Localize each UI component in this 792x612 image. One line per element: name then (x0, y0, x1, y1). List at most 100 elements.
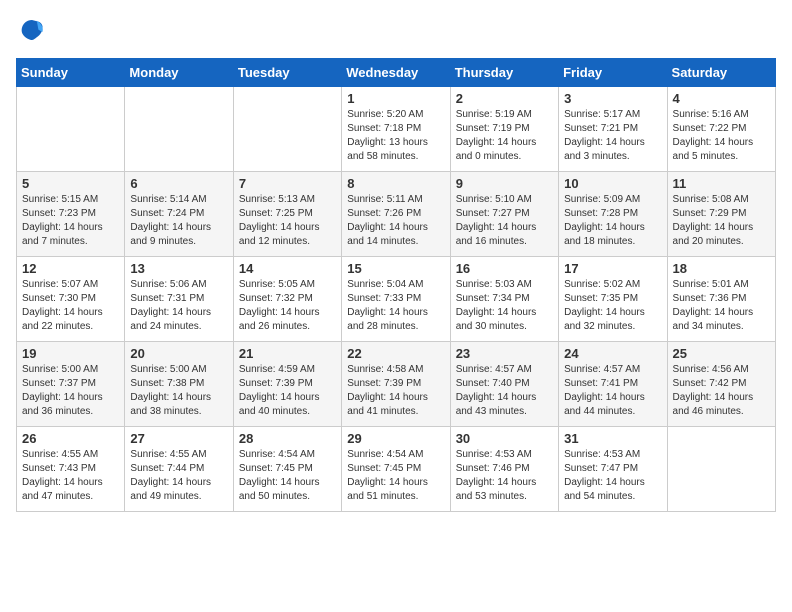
day-info: Sunrise: 5:13 AM Sunset: 7:25 PM Dayligh… (239, 193, 336, 249)
day-of-week-header: Sunday (17, 59, 125, 87)
calendar-day-cell: 14Sunrise: 5:05 AM Sunset: 7:32 PM Dayli… (233, 257, 341, 342)
calendar-week-row: 19 Sunrise: 5:00 AM Sunset: 7:37 PM Dayli… (17, 342, 776, 427)
calendar-day-cell: 30 Sunrise: 4:53 AM Sunset: 7:46 PM Dayli… (450, 427, 558, 512)
calendar-day-cell (233, 87, 341, 172)
day-number: 13 (130, 261, 227, 276)
day-info: Sunrise: 5:01 AM Sunset: 7:36 PM Dayligh… (673, 278, 770, 334)
calendar-day-cell: 22 Sunrise: 4:58 AM Sunset: 7:39 PM Dayli… (342, 342, 450, 427)
day-number: 10 (564, 176, 661, 191)
day-number: 23 (456, 346, 553, 361)
calendar-week-row: 12 Sunrise: 5:07 AM Sunset: 7:30 PM Dayli… (17, 257, 776, 342)
calendar-day-cell: 11 Sunrise: 5:08 AM Sunset: 7:29 PM Dayli… (667, 172, 775, 257)
calendar-day-cell: 3Sunrise: 5:17 AM Sunset: 7:21 PM Daylig… (559, 87, 667, 172)
day-info: Sunrise: 4:59 AM Sunset: 7:39 PM Dayligh… (239, 363, 336, 419)
calendar-day-cell: 16 Sunrise: 5:03 AM Sunset: 7:34 PM Dayli… (450, 257, 558, 342)
calendar-day-cell: 20 Sunrise: 5:00 AM Sunset: 7:38 PM Dayli… (125, 342, 233, 427)
calendar-day-cell: 8 Sunrise: 5:11 AM Sunset: 7:26 PM Daylig… (342, 172, 450, 257)
calendar-day-cell: 26 Sunrise: 4:55 AM Sunset: 7:43 PM Dayli… (17, 427, 125, 512)
calendar-day-cell: 19 Sunrise: 5:00 AM Sunset: 7:37 PM Dayli… (17, 342, 125, 427)
logo-icon (16, 16, 48, 48)
day-info: Sunrise: 5:19 AM Sunset: 7:19 PM Dayligh… (456, 108, 553, 164)
day-of-week-header: Tuesday (233, 59, 341, 87)
calendar-day-cell: 21 Sunrise: 4:59 AM Sunset: 7:39 PM Dayli… (233, 342, 341, 427)
day-info: Sunrise: 5:17 AM Sunset: 7:21 PM Dayligh… (564, 108, 661, 164)
day-info: Sunrise: 4:56 AM Sunset: 7:42 PM Dayligh… (673, 363, 770, 419)
calendar-week-row: 26 Sunrise: 4:55 AM Sunset: 7:43 PM Dayli… (17, 427, 776, 512)
day-number: 30 (456, 431, 553, 446)
day-number: 14 (239, 261, 336, 276)
day-number: 1 (347, 91, 444, 106)
calendar-day-cell: 24Sunrise: 4:57 AM Sunset: 7:41 PM Dayli… (559, 342, 667, 427)
day-info: Sunrise: 4:53 AM Sunset: 7:47 PM Dayligh… (564, 448, 661, 504)
calendar-day-cell: 6Sunrise: 5:14 AM Sunset: 7:24 PM Daylig… (125, 172, 233, 257)
calendar-day-cell: 29Sunrise: 4:54 AM Sunset: 7:45 PM Dayli… (342, 427, 450, 512)
day-of-week-header: Wednesday (342, 59, 450, 87)
calendar-table: SundayMondayTuesdayWednesdayThursdayFrid… (16, 58, 776, 512)
day-number: 19 (22, 346, 119, 361)
calendar-day-cell: 18Sunrise: 5:01 AM Sunset: 7:36 PM Dayli… (667, 257, 775, 342)
day-info: Sunrise: 5:04 AM Sunset: 7:33 PM Dayligh… (347, 278, 444, 334)
calendar-day-cell: 1 Sunrise: 5:20 AM Sunset: 7:18 PM Daylig… (342, 87, 450, 172)
day-info: Sunrise: 4:54 AM Sunset: 7:45 PM Dayligh… (239, 448, 336, 504)
day-info: Sunrise: 4:57 AM Sunset: 7:40 PM Dayligh… (456, 363, 553, 419)
calendar-day-cell: 12 Sunrise: 5:07 AM Sunset: 7:30 PM Dayli… (17, 257, 125, 342)
calendar-day-cell: 5Sunrise: 5:15 AM Sunset: 7:23 PM Daylig… (17, 172, 125, 257)
calendar-week-row: 1 Sunrise: 5:20 AM Sunset: 7:18 PM Daylig… (17, 87, 776, 172)
day-number: 6 (130, 176, 227, 191)
day-number: 7 (239, 176, 336, 191)
day-number: 4 (673, 91, 770, 106)
calendar-day-cell: 28Sunrise: 4:54 AM Sunset: 7:45 PM Dayli… (233, 427, 341, 512)
day-number: 16 (456, 261, 553, 276)
calendar-day-cell: 23 Sunrise: 4:57 AM Sunset: 7:40 PM Dayli… (450, 342, 558, 427)
day-of-week-header: Thursday (450, 59, 558, 87)
calendar-header-row: SundayMondayTuesdayWednesdayThursdayFrid… (17, 59, 776, 87)
day-info: Sunrise: 4:55 AM Sunset: 7:43 PM Dayligh… (22, 448, 119, 504)
day-info: Sunrise: 4:55 AM Sunset: 7:44 PM Dayligh… (130, 448, 227, 504)
day-info: Sunrise: 5:20 AM Sunset: 7:18 PM Dayligh… (347, 108, 444, 164)
calendar-day-cell: 10 Sunrise: 5:09 AM Sunset: 7:28 PM Dayli… (559, 172, 667, 257)
day-number: 25 (673, 346, 770, 361)
day-info: Sunrise: 5:03 AM Sunset: 7:34 PM Dayligh… (456, 278, 553, 334)
day-number: 8 (347, 176, 444, 191)
calendar-day-cell: 7 Sunrise: 5:13 AM Sunset: 7:25 PM Daylig… (233, 172, 341, 257)
calendar-day-cell: 15Sunrise: 5:04 AM Sunset: 7:33 PM Dayli… (342, 257, 450, 342)
day-info: Sunrise: 5:10 AM Sunset: 7:27 PM Dayligh… (456, 193, 553, 249)
calendar-day-cell: 13 Sunrise: 5:06 AM Sunset: 7:31 PM Dayli… (125, 257, 233, 342)
day-number: 9 (456, 176, 553, 191)
calendar-day-cell: 27Sunrise: 4:55 AM Sunset: 7:44 PM Dayli… (125, 427, 233, 512)
day-of-week-header: Friday (559, 59, 667, 87)
calendar-day-cell: 2 Sunrise: 5:19 AM Sunset: 7:19 PM Daylig… (450, 87, 558, 172)
day-number: 17 (564, 261, 661, 276)
calendar-day-cell: 4 Sunrise: 5:16 AM Sunset: 7:22 PM Daylig… (667, 87, 775, 172)
day-info: Sunrise: 5:06 AM Sunset: 7:31 PM Dayligh… (130, 278, 227, 334)
calendar-day-cell (125, 87, 233, 172)
calendar-week-row: 5Sunrise: 5:15 AM Sunset: 7:23 PM Daylig… (17, 172, 776, 257)
day-info: Sunrise: 5:07 AM Sunset: 7:30 PM Dayligh… (22, 278, 119, 334)
day-number: 2 (456, 91, 553, 106)
calendar-day-cell (667, 427, 775, 512)
calendar-day-cell: 9 Sunrise: 5:10 AM Sunset: 7:27 PM Daylig… (450, 172, 558, 257)
day-of-week-header: Monday (125, 59, 233, 87)
day-info: Sunrise: 5:00 AM Sunset: 7:38 PM Dayligh… (130, 363, 227, 419)
day-number: 22 (347, 346, 444, 361)
day-of-week-header: Saturday (667, 59, 775, 87)
day-info: Sunrise: 5:00 AM Sunset: 7:37 PM Dayligh… (22, 363, 119, 419)
day-info: Sunrise: 5:08 AM Sunset: 7:29 PM Dayligh… (673, 193, 770, 249)
day-info: Sunrise: 5:02 AM Sunset: 7:35 PM Dayligh… (564, 278, 661, 334)
day-number: 31 (564, 431, 661, 446)
day-info: Sunrise: 4:58 AM Sunset: 7:39 PM Dayligh… (347, 363, 444, 419)
day-info: Sunrise: 4:57 AM Sunset: 7:41 PM Dayligh… (564, 363, 661, 419)
day-number: 12 (22, 261, 119, 276)
page-header (16, 16, 776, 48)
day-info: Sunrise: 5:16 AM Sunset: 7:22 PM Dayligh… (673, 108, 770, 164)
day-info: Sunrise: 5:11 AM Sunset: 7:26 PM Dayligh… (347, 193, 444, 249)
day-number: 11 (673, 176, 770, 191)
day-number: 20 (130, 346, 227, 361)
day-number: 21 (239, 346, 336, 361)
day-number: 26 (22, 431, 119, 446)
day-number: 5 (22, 176, 119, 191)
day-info: Sunrise: 4:53 AM Sunset: 7:46 PM Dayligh… (456, 448, 553, 504)
calendar-day-cell: 31 Sunrise: 4:53 AM Sunset: 7:47 PM Dayli… (559, 427, 667, 512)
calendar-day-cell (17, 87, 125, 172)
day-info: Sunrise: 5:09 AM Sunset: 7:28 PM Dayligh… (564, 193, 661, 249)
